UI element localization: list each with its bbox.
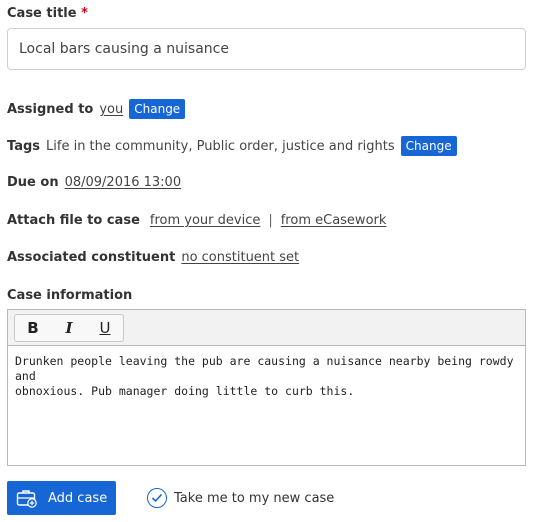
assigned-label: Assigned to bbox=[7, 101, 94, 117]
change-assigned-button[interactable]: Change bbox=[129, 99, 186, 119]
tags-value: Life in the community, Public order, jus… bbox=[46, 138, 395, 154]
case-info-line: obnoxious. Pub manager doing little to c… bbox=[15, 384, 355, 398]
redirect-checkbox[interactable]: Take me to my new case bbox=[147, 488, 334, 508]
attach-row: Attach file to case from your device | f… bbox=[7, 213, 386, 228]
assigned-user-link[interactable]: you bbox=[99, 102, 123, 117]
case-title-label: Case title * bbox=[7, 6, 88, 21]
case-info-editor: B I U Drunken people leaving the pub are… bbox=[7, 309, 526, 466]
bold-button[interactable]: B bbox=[15, 315, 51, 341]
due-label: Due on bbox=[7, 175, 59, 190]
add-case-button[interactable]: Add case bbox=[7, 481, 116, 515]
check-icon bbox=[147, 488, 167, 508]
attach-separator: | bbox=[268, 213, 273, 228]
tags-label: Tags bbox=[7, 138, 41, 154]
format-button-group: B I U bbox=[14, 313, 124, 342]
tags-row: Tags Life in the community, Public order… bbox=[7, 136, 457, 156]
attach-label: Attach file to case bbox=[7, 213, 140, 228]
case-title-input[interactable] bbox=[7, 28, 526, 70]
add-case-label: Add case bbox=[48, 490, 108, 506]
case-info-label: Case information bbox=[7, 288, 133, 303]
attach-from-device-link[interactable]: from your device bbox=[150, 213, 260, 228]
constituent-label: Associated constituent bbox=[7, 250, 176, 265]
constituent-link[interactable]: no constituent set bbox=[181, 250, 299, 265]
case-info-line: Drunken people leaving the pub are causi… bbox=[15, 354, 514, 383]
italic-button[interactable]: I bbox=[51, 315, 87, 341]
due-row: Due on 08/09/2016 13:00 bbox=[7, 175, 181, 190]
assigned-row: Assigned to you Change bbox=[7, 99, 186, 119]
case-info-textarea[interactable]: Drunken people leaving the pub are causi… bbox=[8, 346, 525, 407]
attach-from-ecasework-link[interactable]: from eCasework bbox=[281, 213, 387, 228]
change-tags-button[interactable]: Change bbox=[400, 136, 457, 156]
due-date-link[interactable]: 08/09/2016 13:00 bbox=[65, 175, 182, 190]
editor-toolbar: B I U bbox=[8, 310, 525, 346]
constituent-row: Associated constituent no constituent se… bbox=[7, 250, 299, 265]
required-mark: * bbox=[81, 6, 88, 21]
underline-button[interactable]: U bbox=[87, 315, 123, 341]
briefcase-add-icon bbox=[16, 488, 38, 508]
redirect-label: Take me to my new case bbox=[174, 490, 335, 506]
